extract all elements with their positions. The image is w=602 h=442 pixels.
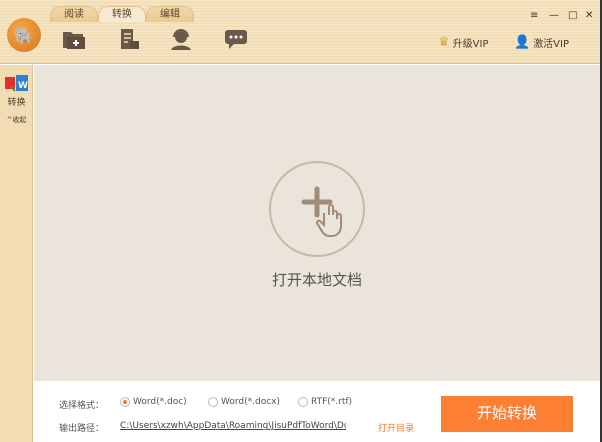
sidebar-collapse[interactable]: ^收起 <box>0 115 33 125</box>
activate-vip-button[interactable]: 👤 激活VIP <box>514 35 569 50</box>
maximize-button[interactable]: □ <box>568 10 577 21</box>
svg-text:W: W <box>18 81 28 91</box>
app-logo: 🐘 <box>7 18 41 52</box>
minimize-button[interactable]: — <box>549 10 559 21</box>
format-docx-radio[interactable]: Word(*.docx) <box>208 397 280 407</box>
file-lock-icon[interactable] <box>116 28 142 50</box>
title-bar: 阅读 转换 编辑 🐘 ≡ — □ ✕ ♛ 升级VIP 👤 激活VIP <box>0 0 600 64</box>
format-doc-radio[interactable]: Word(*.doc) <box>120 397 187 407</box>
main-area: 打开本地文档 <box>34 65 600 381</box>
add-folder-icon[interactable] <box>61 28 87 50</box>
customer-service-icon[interactable] <box>168 28 194 50</box>
menu-icon[interactable]: ≡ <box>530 10 538 21</box>
path-label: 输出路径： <box>59 424 105 434</box>
start-convert-button[interactable]: 开始转换 <box>441 396 573 432</box>
open-directory-link[interactable]: 打开目录 <box>378 421 414 434</box>
format-label: 选择格式： <box>59 401 105 411</box>
tab-bar: 阅读 转换 编辑 <box>50 6 194 22</box>
open-document-label[interactable]: 打开本地文档 <box>34 269 600 290</box>
plus-hand-icon <box>301 186 342 237</box>
open-document-button[interactable] <box>269 161 365 257</box>
tab-convert[interactable]: 转换 <box>98 6 146 22</box>
pdf-to-word-icon[interactable]: W <box>5 75 29 93</box>
sidebar: W 转换 ^收起 <box>0 65 33 442</box>
user-check-icon: 👤 <box>514 35 531 50</box>
crown-icon: ♛ <box>438 35 450 50</box>
sidebar-convert[interactable]: 转换 <box>0 95 33 108</box>
message-icon[interactable] <box>223 28 249 50</box>
format-rtf-radio[interactable]: RTF(*.rtf) <box>298 397 352 407</box>
bottom-panel: 选择格式： Word(*.doc) Word(*.docx) RTF(*.rtf… <box>34 381 600 442</box>
close-button[interactable]: ✕ <box>585 10 593 21</box>
tab-read[interactable]: 阅读 <box>50 6 98 22</box>
tab-edit[interactable]: 编辑 <box>146 6 194 22</box>
output-path-link[interactable]: C:\Users\xzwh\AppData\Roaming\JisuPdfToW… <box>120 421 346 431</box>
upgrade-vip-button[interactable]: ♛ 升级VIP <box>438 35 488 50</box>
